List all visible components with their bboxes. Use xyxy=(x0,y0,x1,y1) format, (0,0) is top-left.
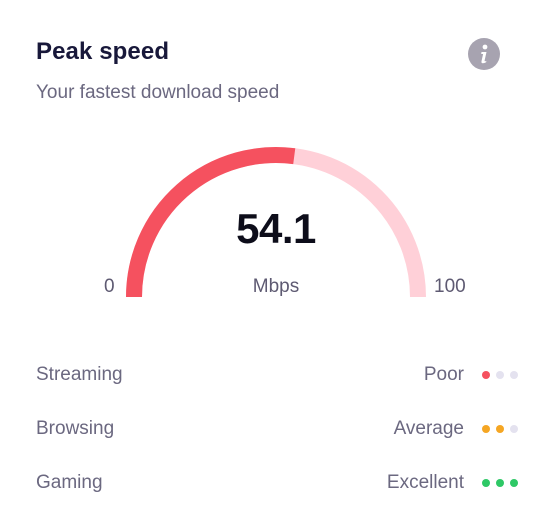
rating-dot xyxy=(496,371,504,379)
rating-dots xyxy=(482,425,518,433)
rating-text: Excellent xyxy=(386,472,464,493)
speed-value: 54.1 xyxy=(236,205,316,252)
rating-dots xyxy=(482,371,518,379)
rating-dot xyxy=(496,479,504,487)
rating-row-browsing: Browsing Average xyxy=(36,402,518,456)
rating-dot xyxy=(482,371,490,379)
gauge-min-label: 0 xyxy=(104,276,115,297)
rating-text: Average xyxy=(393,418,464,439)
rating-text: Poor xyxy=(423,364,464,385)
speed-unit: Mbps xyxy=(252,276,300,297)
rating-dot xyxy=(510,371,518,379)
rating-row-gaming: Gaming Excellent xyxy=(36,456,518,510)
rating-row-streaming: Streaming Poor xyxy=(36,348,518,402)
gauge-max-label: 100 xyxy=(434,276,466,297)
activity-label: Gaming xyxy=(36,472,103,493)
rating-dot xyxy=(482,425,490,433)
activity-label: Browsing xyxy=(36,418,115,439)
rating-dot xyxy=(510,425,518,433)
rating-dot xyxy=(510,479,518,487)
activity-label: Streaming xyxy=(36,364,123,385)
rating-dot xyxy=(496,425,504,433)
rating-dots xyxy=(482,479,518,487)
rating-dot xyxy=(482,479,490,487)
peak-speed-card: Peak speed Your fastest download speed 5… xyxy=(0,0,552,532)
activity-ratings: Streaming Poor Browsing Average Gaming E… xyxy=(36,348,518,510)
